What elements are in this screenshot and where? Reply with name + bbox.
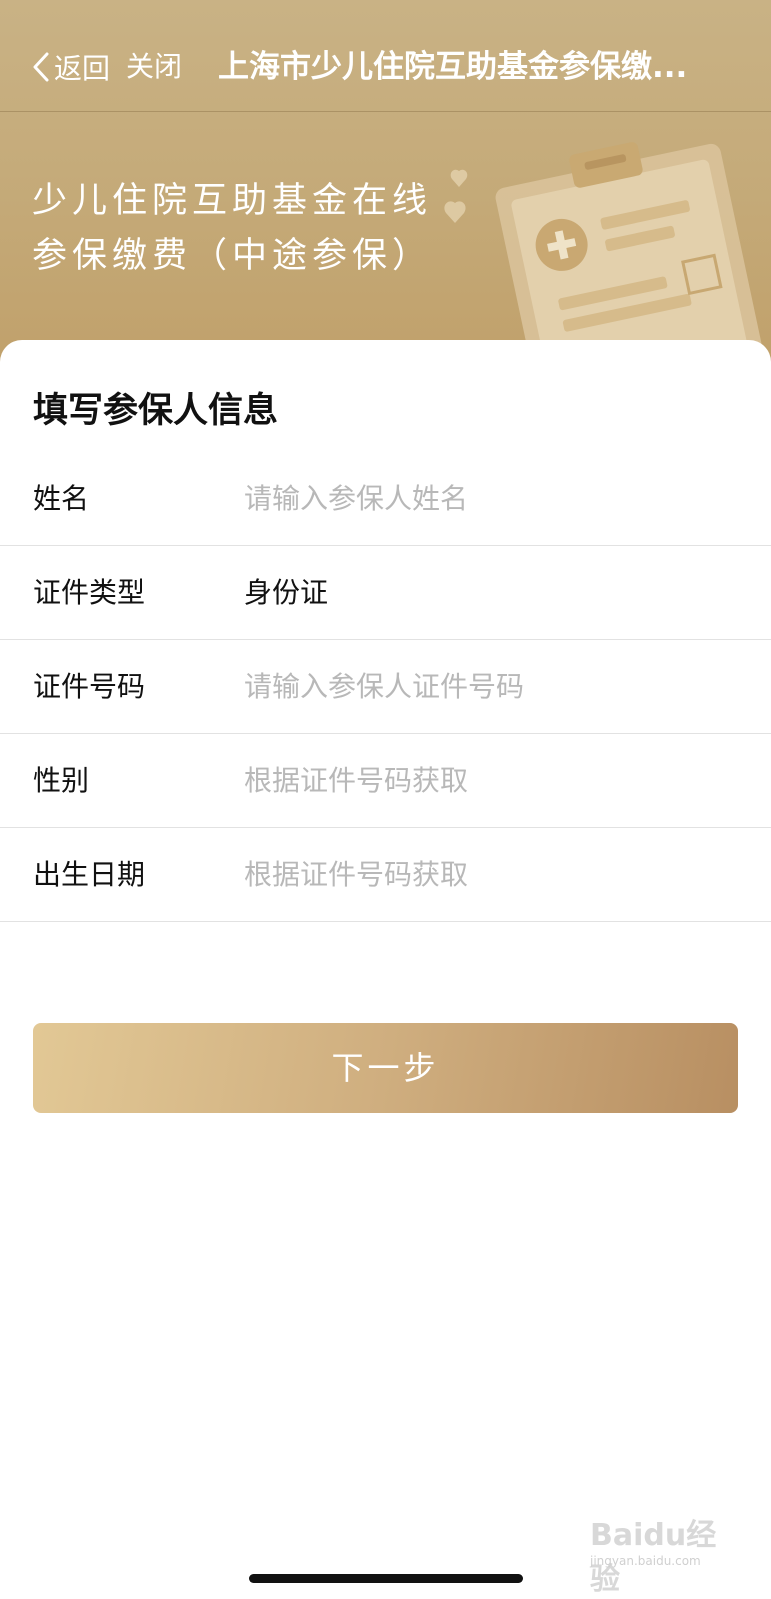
birth-date-row: 出生日期 根据证件号码获取: [0, 828, 771, 922]
nav-bar: 返回 关闭 上海市少儿住院互助基金参保缴...: [0, 0, 771, 112]
id-type-row[interactable]: 证件类型 身份证: [0, 546, 771, 640]
banner-heading: 少儿住院互助基金在线 参保缴费（中途参保）: [32, 174, 432, 284]
name-label: 姓名: [33, 482, 90, 515]
id-number-input[interactable]: 请输入参保人证件号码: [244, 640, 524, 734]
form-title: 填写参保人信息: [33, 391, 279, 431]
baidu-watermark: Baidu经验 jingyan.baidu.com: [590, 1510, 740, 1597]
banner-line-2: 参保缴费（中途参保）: [32, 236, 433, 276]
insured-info-form: 姓名 请输入参保人姓名 证件类型 身份证 证件号码 请输入参保人证件号码 性别 …: [0, 452, 771, 922]
page-title: 上海市少儿住院互助基金参保缴...: [218, 49, 688, 85]
birth-date-field: 根据证件号码获取: [244, 858, 469, 891]
birth-date-label: 出生日期: [33, 858, 146, 891]
gender-row: 性别 根据证件号码获取: [0, 734, 771, 828]
name-input[interactable]: 请输入参保人姓名: [244, 452, 468, 546]
watermark-url: jingyan.baidu.com: [590, 1554, 701, 1568]
header-banner: 返回 关闭 上海市少儿住院互助基金参保缴... 少儿住院互助基金在线 参保缴费（…: [0, 0, 771, 380]
id-number-label: 证件号码: [33, 670, 146, 703]
gender-label: 性别: [33, 764, 90, 797]
back-button[interactable]: 返回: [30, 45, 110, 89]
id-number-row[interactable]: 证件号码 请输入参保人证件号码: [0, 640, 771, 734]
gender-field: 根据证件号码获取: [244, 764, 469, 797]
back-label: 返回: [54, 52, 111, 85]
name-row[interactable]: 姓名 请输入参保人姓名: [0, 452, 771, 546]
id-type-label: 证件类型: [33, 576, 146, 609]
chevron-left-icon: [33, 52, 49, 82]
form-card: 填写参保人信息 姓名 请输入参保人姓名 证件类型 身份证 证件号码 请输入参保人…: [0, 340, 771, 1599]
banner-line-1: 少儿住院互助基金在线: [32, 181, 433, 221]
next-step-button[interactable]: 下一步: [33, 1023, 738, 1113]
close-button[interactable]: 关闭: [126, 45, 182, 89]
clipboard-illustration-icon: [444, 142, 763, 365]
home-indicator[interactable]: [249, 1574, 523, 1583]
id-type-select[interactable]: 身份证: [244, 546, 328, 640]
